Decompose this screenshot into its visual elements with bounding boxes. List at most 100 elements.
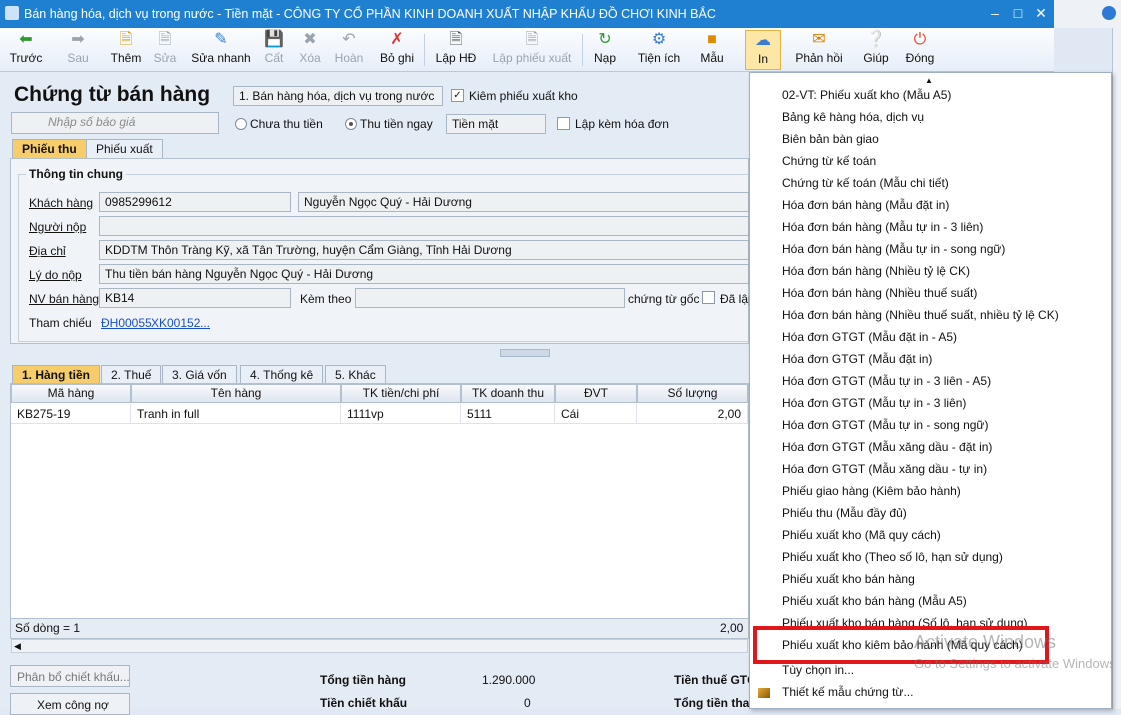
reference-link-delivery[interactable]: XK00152 [151,316,200,330]
edit-button[interactable]: 🗎 Sửa [150,30,180,70]
print-button[interactable]: ☁ In [745,30,781,70]
new-document-icon: 🗎 [119,31,133,48]
print-menu-item[interactable]: Hóa đơn GTGT (Mẫu tự in - song ngữ) [782,418,988,432]
column-header-quantity[interactable]: Số lượng [637,384,748,403]
voucher-type-select[interactable]: 1. Bán hàng hóa, dịch vụ trong nước [233,86,443,106]
menu-scroll-up-icon[interactable]: ▲ [925,76,933,85]
template-button[interactable]: ■ Mẫu [696,30,728,70]
price-list-input[interactable]: Nhập số báo giá [11,112,219,134]
cell-revenue-account[interactable]: 5111 [461,404,555,424]
column-header-revenue-account[interactable]: TK doanh thu [461,384,555,403]
print-menu-item[interactable]: Phiếu thu (Mẫu đầy đủ) [782,506,907,520]
cell-quantity[interactable]: 2,00 [637,404,748,424]
column-header-item-code[interactable]: Mã hàng [11,384,131,403]
cell-cash-account[interactable]: 1111vp [341,404,461,424]
delete-button[interactable]: ✖ Xóa [296,30,324,70]
create-invoice-button[interactable]: 🗎 Lập HĐ [432,30,480,70]
print-menu-item[interactable]: Hóa đơn bán hàng (Mẫu tự in - song ngữ) [782,242,1005,256]
print-menu-item[interactable]: Phiếu xuất kho (Theo số lô, hạn sử dụng) [782,550,1003,564]
undo-button[interactable]: ↶ Hoàn [332,30,366,70]
globe-icon [1102,6,1116,20]
customer-code-input[interactable]: 0985299612 [99,192,291,212]
print-menu-item[interactable]: 02-VT: Phiếu xuất kho (Mẫu A5) [782,88,951,102]
load-button[interactable]: ↻ Nạp [590,30,620,70]
print-menu-item[interactable]: Tùy chọn in... [782,663,854,677]
create-delivery-button[interactable]: 🗎 Lập phiếu xuất [490,30,574,70]
tab-receipt[interactable]: Phiếu thu [12,139,87,158]
tab-stats[interactable]: 4. Thống kê [240,365,324,384]
customer-name-input[interactable]: Nguyễn Ngọc Quý - Hải Dương [298,192,749,212]
print-menu-item[interactable]: Hóa đơn GTGT (Mẫu tự in - 3 liên) [782,396,966,410]
print-menu-item[interactable]: Chứng từ kế toán (Mẫu chi tiết) [782,176,949,190]
print-menu-item[interactable]: Hóa đơn GTGT (Mẫu xăng dầu - đặt in) [782,440,992,454]
allocate-discount-button[interactable]: Phân bổ chiết khấu... [10,665,130,687]
maximize-button[interactable]: □ [1008,4,1028,22]
paid-radio[interactable] [345,118,357,130]
next-button[interactable]: ➡ Sau [58,30,98,70]
print-menu-item[interactable]: Hóa đơn bán hàng (Mẫu đặt in) [782,198,949,212]
total-goods-value: 1.290.000 [482,673,536,687]
cell-item-code[interactable]: KB275-19 [11,404,131,424]
print-menu-item[interactable]: Hóa đơn GTGT (Mẫu xăng dầu - tự in) [782,462,987,476]
quick-edit-button[interactable]: ✎ Sửa nhanh [190,30,252,70]
unpost-button[interactable]: ✗ Bỏ ghi [376,30,418,70]
utilities-button[interactable]: ⚙ Tiện ích [630,30,688,70]
add-button[interactable]: 🗎 Thêm [106,30,146,70]
print-menu-item[interactable]: Hóa đơn bán hàng (Mẫu tự in - 3 liên) [782,220,983,234]
print-menu-item[interactable]: Phiếu giao hàng (Kiêm bảo hành) [782,484,961,498]
column-header-item-name[interactable]: Tên hàng [131,384,341,403]
column-header-cash-account[interactable]: TK tiền/chi phí [341,384,461,403]
payer-input[interactable] [99,216,749,236]
discount-value: 0 [524,696,531,710]
print-menu-item[interactable]: Phiếu xuất kho bán hàng [782,572,915,586]
print-menu-item[interactable]: Thiết kế mẫu chứng từ... [782,685,913,699]
horizontal-scrollbar[interactable]: ◀ [11,639,748,653]
tab-tax[interactable]: 2. Thuế [101,365,162,384]
print-menu-item[interactable]: Chứng từ kế toán [782,154,876,168]
tab-cost[interactable]: 3. Giá vốn [162,365,237,384]
column-header-unit[interactable]: ĐVT [555,384,637,403]
reference-link-order[interactable]: ĐH00055 [101,316,152,330]
print-menu-item[interactable]: Phiếu xuất kho (Mã quy cách) [782,528,941,542]
reference-more-link[interactable]: ... [200,316,210,330]
print-menu-item[interactable]: Hóa đơn GTGT (Mẫu đặt in - A5) [782,330,957,344]
view-debt-button[interactable]: Xem công nợ [10,693,130,715]
invoice-checkbox[interactable] [557,117,570,130]
print-menu-item[interactable]: Hóa đơn bán hàng (Nhiều thuế suất) [782,286,977,300]
tab-goods[interactable]: 1. Hàng tiền [12,365,101,384]
print-menu-item[interactable]: Hóa đơn GTGT (Mẫu tự in - 3 liên - A5) [782,374,991,388]
minimize-button[interactable]: – [985,4,1005,22]
delivery-checkbox-label: Kiêm phiếu xuất kho [469,89,578,103]
address-input[interactable]: KDDTM Thôn Tràng Kỹ, xã Tân Trường, huyệ… [99,240,749,260]
payment-method-select[interactable]: Tiền mặt [446,114,546,134]
tab-delivery[interactable]: Phiếu xuất [86,139,163,158]
address-label: Địa chỉ [29,244,66,258]
prev-button[interactable]: ⬅ Trước [6,30,46,70]
staff-input[interactable]: KB14 [99,288,291,308]
print-menu-item[interactable]: Biên bản bàn giao [782,132,879,146]
template-icon: ■ [707,31,717,48]
unpaid-radio[interactable] [235,118,247,130]
attach-input[interactable] [355,288,625,308]
feedback-button[interactable]: ✉ Phản hồi [792,30,846,70]
discount-label: Tiền chiết khấu [320,696,408,710]
cell-item-name[interactable]: Tranh in full [131,404,341,424]
close-window-button[interactable]: ✕ [1031,4,1051,22]
issued-checkbox[interactable] [702,291,715,304]
print-menu-item[interactable]: Hóa đơn bán hàng (Nhiều tỷ lệ CK) [782,264,970,278]
close-button[interactable]: ⏻ Đóng [902,30,938,70]
scroll-left-icon[interactable]: ◀ [14,640,21,652]
print-menu-item[interactable]: Hóa đơn GTGT (Mẫu đặt in) [782,352,932,366]
printer-icon: ☁ [755,32,771,49]
collapse-handle[interactable] [500,349,550,357]
print-menu-item[interactable]: Phiếu xuất kho bán hàng (Mẫu A5) [782,594,967,608]
total-quantity: 2,00 [720,621,744,635]
save-button[interactable]: 💾 Cất [260,30,288,70]
reason-input[interactable]: Thu tiền bán hàng Nguyễn Ngọc Quý - Hải … [99,264,749,284]
print-menu-item[interactable]: Bảng kê hàng hóa, dịch vụ [782,110,924,124]
cell-unit[interactable]: Cái [555,404,637,424]
help-button[interactable]: ❔ Giúp [860,30,892,70]
delivery-checkbox[interactable]: ✓ [451,89,464,102]
print-menu-item[interactable]: Hóa đơn bán hàng (Nhiều thuế suất, nhiều… [782,308,1059,322]
tab-other[interactable]: 5. Khác [325,365,386,384]
